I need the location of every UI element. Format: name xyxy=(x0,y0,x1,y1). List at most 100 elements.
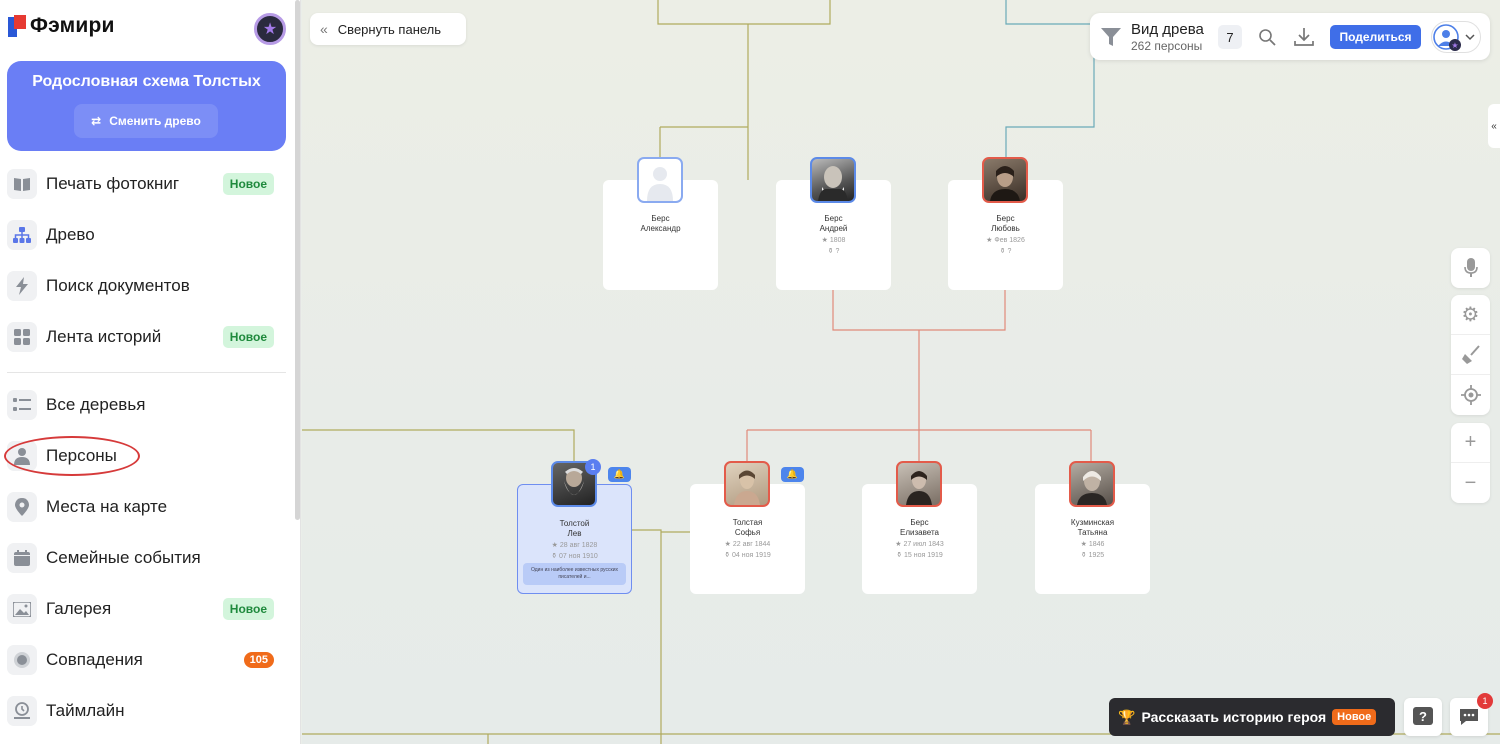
tree-canvas[interactable] xyxy=(302,0,1500,744)
person-photo[interactable] xyxy=(982,157,1028,203)
collapse-panel-button[interactable]: « Свернуть панель xyxy=(310,13,466,45)
brand-name: Фэмири xyxy=(30,14,115,37)
swap-arrows-icon: ⇄ xyxy=(91,114,102,128)
brand-mark-icon xyxy=(8,15,26,37)
person-given-name: Любовь xyxy=(991,224,1020,233)
sidebar-item-events[interactable]: Семейные события xyxy=(7,538,287,578)
death-date: ? xyxy=(835,248,840,255)
person-photo[interactable] xyxy=(1069,461,1115,507)
trophy-icon: 🏆 xyxy=(1118,708,1136,725)
birth-date: 1846 xyxy=(1088,541,1105,548)
person-given-name: Александр xyxy=(640,224,681,233)
person-photo[interactable] xyxy=(724,461,770,507)
sidebar-item-label: Семейные события xyxy=(46,548,201,567)
switch-tree-label: Сменить древо xyxy=(109,114,201,128)
tell-story-button[interactable]: 🏆 Рассказать историю героя Новое xyxy=(1109,698,1395,736)
help-button[interactable]: ? xyxy=(1404,698,1442,736)
crosshair-icon[interactable] xyxy=(1451,375,1490,415)
person-surname: Толстой xyxy=(559,519,590,528)
person-surname: Берс xyxy=(651,214,670,223)
matches-count-badge: 105 xyxy=(243,652,274,668)
target-circle-icon xyxy=(7,645,37,675)
new-badge: Новое xyxy=(222,173,274,195)
question-icon: ? xyxy=(1413,707,1433,725)
sidebar-item-label: Таймлайн xyxy=(46,701,125,720)
death-date: 1925 xyxy=(1088,552,1105,559)
brand-logo[interactable]: Фэмири xyxy=(8,14,115,38)
sidebar-item-label: Галерея xyxy=(46,599,112,618)
person-photo-placeholder-icon[interactable] xyxy=(637,157,683,203)
sidebar-item-gallery[interactable]: Галерея Новое xyxy=(7,589,287,629)
connector-lines xyxy=(302,0,1500,744)
chat-bubble-icon xyxy=(1460,709,1478,725)
birth-date: 28 авг 1828 xyxy=(559,542,598,549)
sidebar-item-label: Поиск документов xyxy=(46,276,190,295)
sidebar-item-tree[interactable]: Древо xyxy=(7,215,287,255)
user-menu-button[interactable]: ★ xyxy=(1431,21,1481,53)
sidebar-item-docs[interactable]: Поиск документов xyxy=(7,266,287,306)
persons-highlight-ellipse xyxy=(4,436,140,476)
book-icon xyxy=(7,169,37,199)
persons-count: 262 персоны xyxy=(1131,39,1203,53)
new-badge: Новое xyxy=(222,326,274,348)
sidebar-scrollbar[interactable] xyxy=(295,0,300,520)
premium-star-icon[interactable]: ★ xyxy=(254,13,286,45)
broom-icon[interactable] xyxy=(1451,335,1490,375)
birth-date: 27 июл 1843 xyxy=(903,541,944,548)
person-note: Один из наиболее известных русских писат… xyxy=(523,563,626,585)
collapse-panel-label: Свернуть панель xyxy=(337,21,442,37)
tell-story-label: Рассказать историю героя xyxy=(1141,709,1327,725)
microphone-icon[interactable] xyxy=(1451,248,1490,288)
sidebar-item-all-trees[interactable]: Все деревья xyxy=(7,385,287,425)
svg-text:★: ★ xyxy=(1451,41,1458,50)
person-surname: Толстая xyxy=(732,518,763,527)
sidebar-item-label: Все деревья xyxy=(46,395,146,414)
switch-tree-button[interactable]: ⇄ Сменить древо xyxy=(74,104,218,138)
zoom-out-icon[interactable]: − xyxy=(1451,463,1490,503)
zoom-tool-group: + − xyxy=(1451,423,1490,503)
gear-icon[interactable]: ⚙ xyxy=(1451,295,1490,335)
double-chevron-left-icon: « xyxy=(320,21,328,37)
sidebar-item-map[interactable]: Места на карте xyxy=(7,487,287,527)
location-pin-icon xyxy=(7,492,37,522)
zoom-in-icon[interactable]: + xyxy=(1451,423,1490,463)
list-icon xyxy=(7,390,37,420)
timeline-clock-icon xyxy=(7,696,37,726)
filter-funnel-icon[interactable] xyxy=(1101,27,1121,47)
download-icon[interactable] xyxy=(1292,25,1316,49)
death-date: 04 ноя 1919 xyxy=(732,552,771,559)
voice-tool-group xyxy=(1451,248,1490,288)
svg-text:?: ? xyxy=(1419,709,1427,724)
person-surname: Кузминская xyxy=(1070,518,1115,527)
person-photo[interactable] xyxy=(810,157,856,203)
generation-count-chip[interactable]: 7 xyxy=(1218,25,1242,49)
image-icon xyxy=(7,594,37,624)
death-date: 15 ноя 1919 xyxy=(904,552,943,559)
notification-count-badge[interactable]: 1 xyxy=(585,459,601,475)
person-given-name: Софья xyxy=(734,528,761,537)
right-panel-toggle[interactable]: « xyxy=(1488,104,1500,148)
person-surname: Берс xyxy=(824,214,843,223)
share-button[interactable]: Поделиться xyxy=(1330,25,1421,49)
lightning-icon xyxy=(7,271,37,301)
sidebar-item-photobook[interactable]: Печать фотокниг Новое xyxy=(7,164,287,204)
birth-date: Фев 1826 xyxy=(994,237,1025,244)
sidebar-item-label: Совпадения xyxy=(46,650,143,669)
sidebar-item-label: Места на карте xyxy=(46,497,168,516)
sidebar-item-matches[interactable]: Совпадения 105 xyxy=(7,640,287,680)
tree-title: Родословная схема Толстых xyxy=(32,73,261,90)
person-given-name: Лев xyxy=(567,529,582,538)
person-surname: Берс xyxy=(910,518,929,527)
calendar-icon xyxy=(7,543,37,573)
birth-date: 22 авг 1844 xyxy=(732,541,771,548)
tree-structure-icon xyxy=(7,220,37,250)
bell-icon[interactable]: 🔔 xyxy=(781,467,804,482)
death-date: 07 ноя 1910 xyxy=(559,553,598,560)
sidebar-item-stories[interactable]: Лента историй Новое xyxy=(7,317,287,357)
tree-view-panel: Вид древа 262 персоны 7 Поделиться ★ xyxy=(1090,13,1490,60)
search-icon[interactable] xyxy=(1255,25,1279,49)
sidebar-divider xyxy=(7,372,286,373)
bell-icon[interactable]: 🔔 xyxy=(608,467,631,482)
person-photo[interactable] xyxy=(896,461,942,507)
sidebar-item-timeline[interactable]: Таймлайн xyxy=(7,691,287,731)
